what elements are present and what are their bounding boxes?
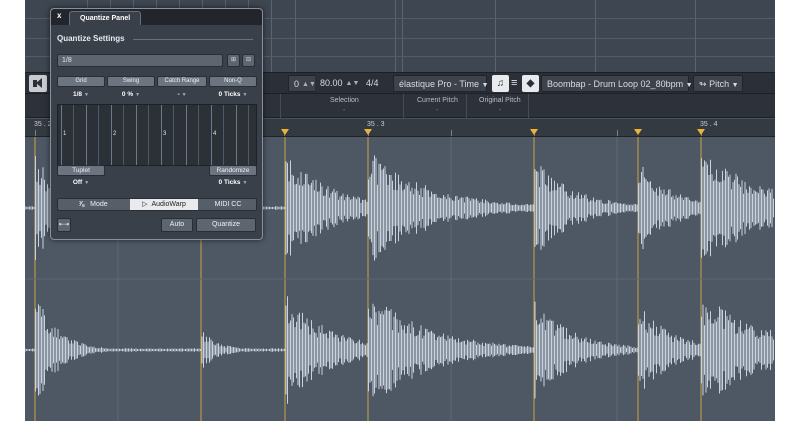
grid-select[interactable]: 1/8 ▼ [57,89,105,100]
selection-label: Selection [330,97,359,104]
randomize-header: Randomize [209,165,257,176]
quantize-settings-title: Quantize Settings [57,34,125,43]
non-q-value: 0 Ticks [218,91,241,98]
non-q-field[interactable]: 0 Ticks ▼ [209,89,257,100]
original-pitch-column: Original Pitch - [466,94,528,118]
clip-select[interactable]: Boombap - Drum Loop 02_80bpm ▼ [541,75,693,92]
tab-quantize-panel[interactable]: Quantize Panel [69,11,142,25]
randomize-field[interactable]: 0 Ticks ▼ [209,177,257,188]
tab-mode[interactable]: ⅞ Mode [58,199,128,210]
pitch-arrow-icon: ↬ [699,79,707,89]
save-preset-icon[interactable]: ⊞ [227,54,240,67]
dropdown-arrow-icon: ▼ [84,180,90,186]
catch-range-header: Catch Range [157,76,207,87]
snap-icon[interactable]: ♫ [492,75,509,92]
grid-value: 1/8 [73,91,83,98]
quantize-actions: ⇤⇥ Auto Quantize [57,218,257,233]
swing-field[interactable]: 0 % ▼ [107,89,155,100]
audio-clip-icon[interactable]: ◆ [522,75,539,92]
hitpoint-marker[interactable] [697,129,705,135]
speaker-icon[interactable] [29,75,47,92]
non-q-header: Non-Q [209,76,257,87]
swing-value: 0 % [121,91,134,98]
bar-number: 35 . 2 [34,121,52,128]
selection-column: Selection - [280,94,403,118]
dropdown-arrow-icon: ▼ [242,180,248,186]
time-signature[interactable]: 4/4 [366,75,379,92]
waveform-channel [25,296,774,404]
bar-number: 35 . 3 [367,121,385,128]
hitpoint-marker[interactable] [634,129,642,135]
bar-number: 35 . 4 [700,121,718,128]
hitpoint-marker[interactable] [364,129,372,135]
quantize-grid-display[interactable]: 1 2 3 4 [57,104,257,166]
tab-midi-cc[interactable]: MIDI CC [200,199,256,210]
tab-audiowarp[interactable]: ▷ AudioWarp [130,199,198,210]
dropdown-arrow-icon: ▼ [685,82,693,89]
warp-icon: ▷ [142,201,148,208]
catch-range-value: - [177,91,180,98]
current-pitch-value: - [436,107,439,114]
quantize-preset-select[interactable]: 1/8 [57,54,223,67]
dropdown-arrow-icon: ▼ [731,82,739,89]
swing-header: Swing [107,76,155,87]
spin-arrows-icon[interactable]: ▲▼ [302,76,316,93]
remove-preset-icon[interactable]: ⊟ [242,54,255,67]
grid-header: Grid [57,76,105,87]
selection-value: - [343,107,346,114]
tempo-field[interactable]: 80.00 ▲▼ [315,75,367,92]
tuplet-header: Tuplet [57,165,105,176]
dropdown-arrow-icon: ▼ [481,82,489,89]
warp-algorithm-select[interactable]: élastique Pro - Time ▼ [393,75,489,92]
list-icon[interactable]: ≡ [511,75,517,92]
quantize-lengths-icon[interactable]: ⇤⇥ [57,218,71,232]
dropdown-arrow-icon: ▼ [242,92,248,98]
tuplet-value: Off [72,179,83,186]
hitpoint-marker[interactable] [530,129,538,135]
tempo-value: 80.00 [320,78,343,88]
dropdown-arrow-icon: ▼ [84,92,89,98]
grid-number: 3 [163,131,167,137]
dropdown-arrow-icon: ▼ [135,92,141,98]
current-pitch-label: Current Pitch [417,97,458,104]
clip-name: Boombap - Drum Loop 02_80bpm [547,79,684,89]
randomize-value: 0 Ticks [218,179,241,186]
hitpoint-marker[interactable] [281,129,289,135]
fraction-icon: ⅞ [78,201,85,208]
mode-label: Mode [90,201,108,208]
pitch-button[interactable]: ↬ Pitch ▼ [693,75,743,92]
grid-number: 2 [113,131,117,137]
mode-selector: ⅞ Mode ▷ AudioWarp MIDI CC [57,198,257,211]
quantize-tab-bar: x Quantize Panel [51,9,262,25]
grid-number: 4 [213,131,217,137]
quantize-button[interactable]: Quantize [196,218,256,232]
original-pitch-value: - [499,107,502,114]
auto-button[interactable]: Auto [161,218,193,232]
quantize-panel: x Quantize Panel Quantize Settings 1/8 ⊞… [50,8,263,240]
position-value: 0 [294,79,300,89]
grid-number: 1 [63,131,67,137]
tuplet-select[interactable]: Off ▼ [57,177,105,188]
catch-range-field[interactable]: - ▼ [157,89,207,100]
original-pitch-label: Original Pitch [479,97,521,104]
audiowarp-label: AudioWarp [151,201,186,208]
close-icon[interactable]: x [57,11,61,20]
pitch-label: Pitch [709,79,730,89]
current-pitch-column: Current Pitch - [403,94,466,118]
warp-algorithm-value: élastique Pro - Time [399,79,480,89]
spin-arrows-icon[interactable]: ▲▼ [346,75,360,92]
dropdown-arrow-icon: ▼ [181,92,187,98]
